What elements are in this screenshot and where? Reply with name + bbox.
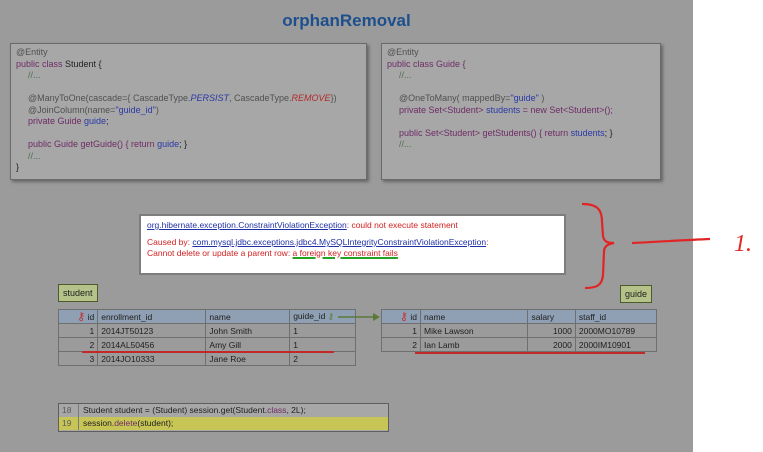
annotation-overlay: 1. — [338, 202, 752, 321]
annotation-label: 1. — [734, 231, 752, 257]
red-curly-brace — [581, 202, 615, 290]
red-dash — [631, 237, 711, 245]
fk-arrow-head — [373, 313, 380, 321]
